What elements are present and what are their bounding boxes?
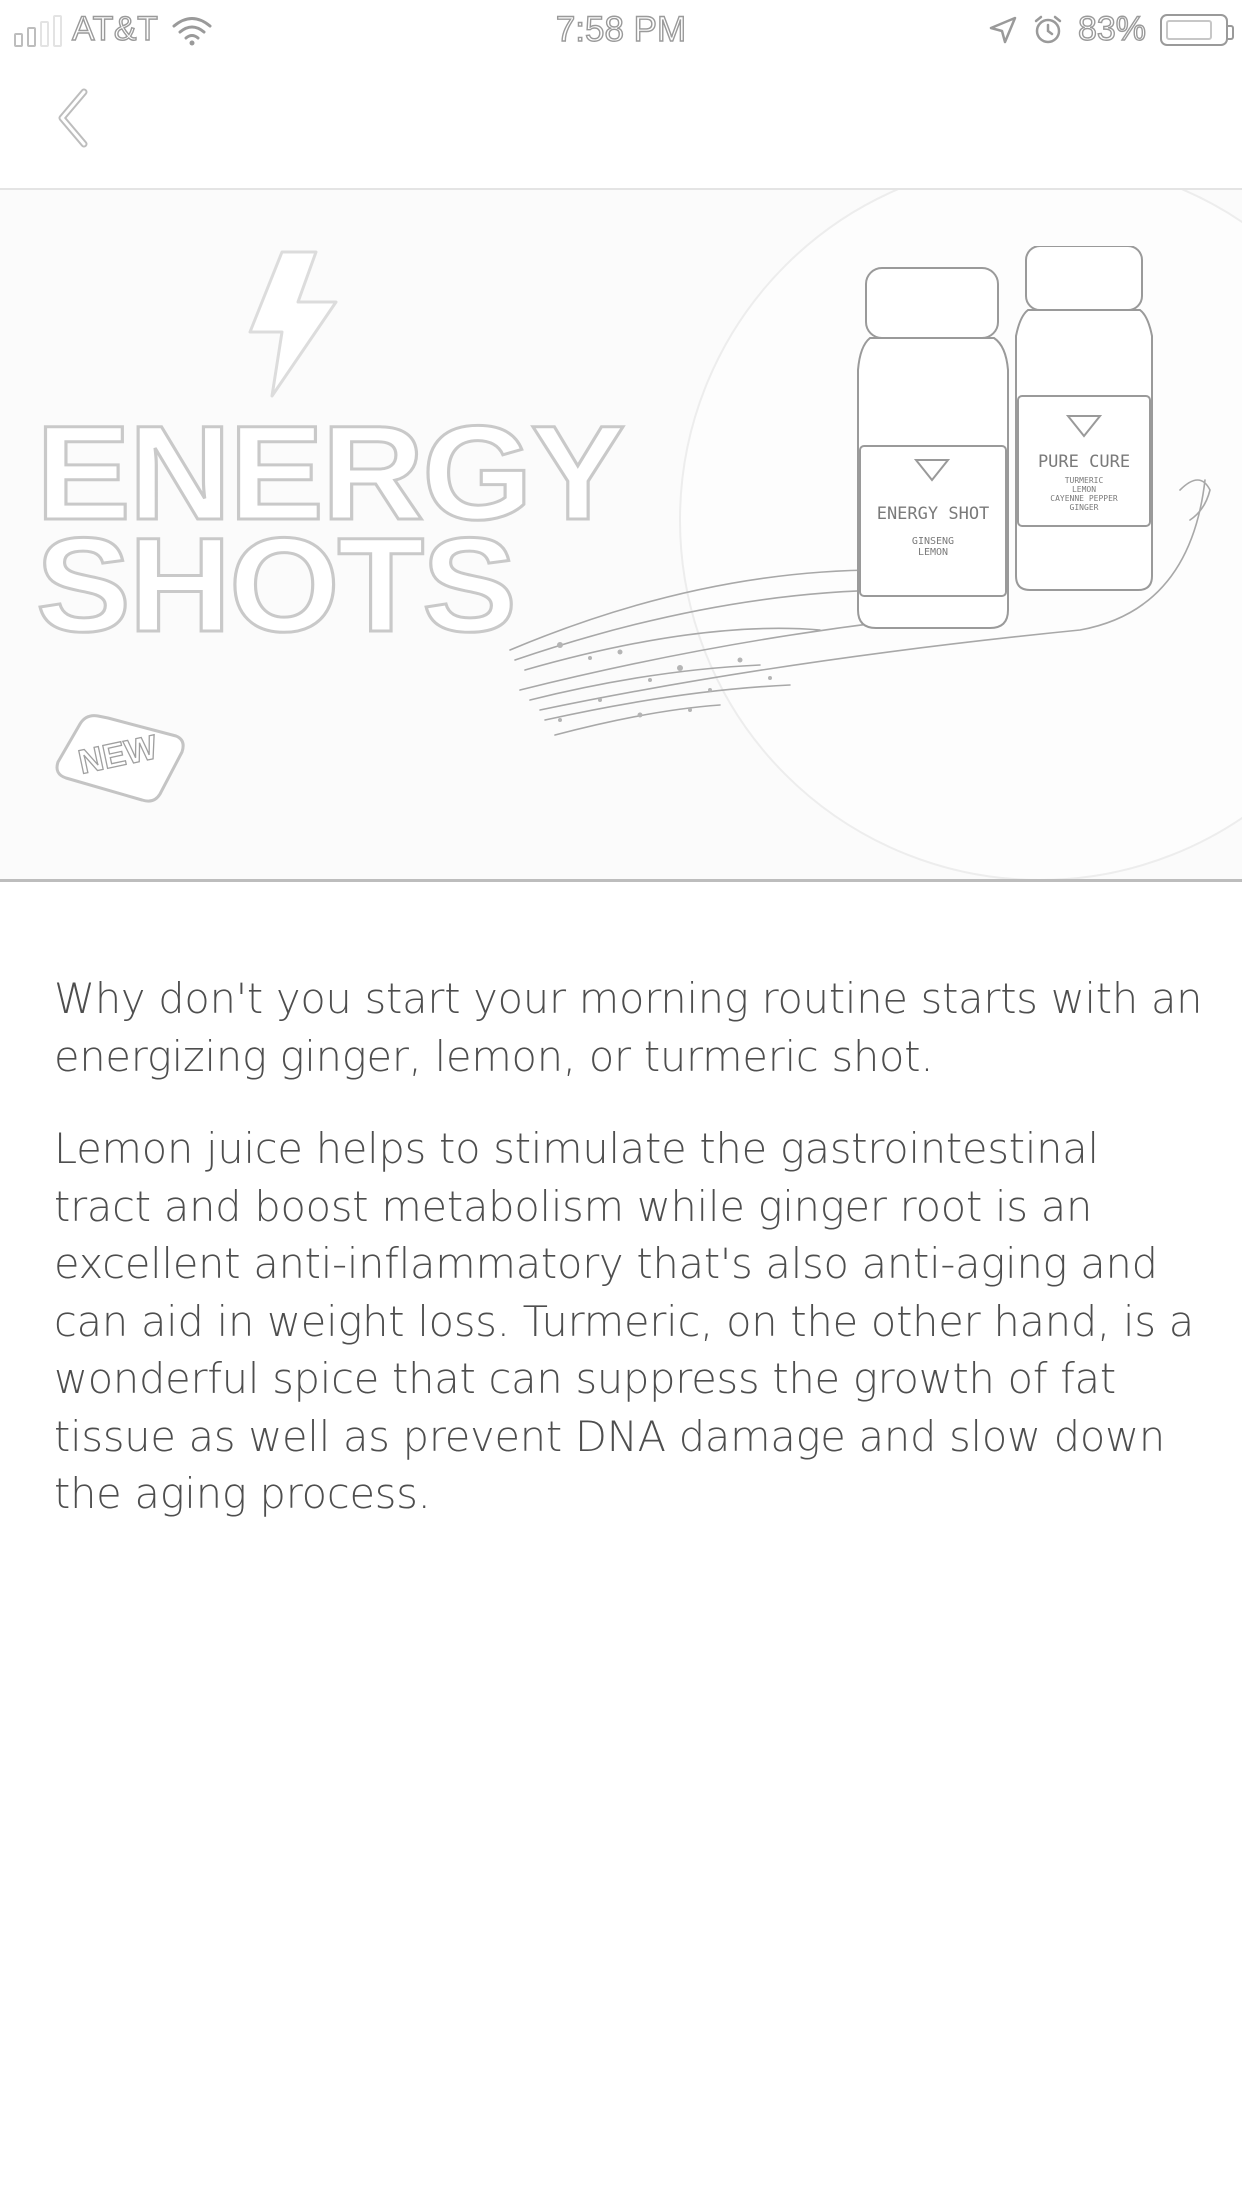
- paragraph-benefits: Lemon juice helps to stimulate the gastr…: [54, 1124, 1194, 1518]
- new-badge: NEW: [48, 710, 188, 806]
- lightning-bolt-icon: [248, 250, 338, 398]
- bottle-energy-shot: [857, 267, 1009, 629]
- back-button[interactable]: [40, 84, 120, 164]
- battery-level: [1166, 19, 1212, 40]
- alarm-icon: [1034, 15, 1062, 43]
- chevron-left-icon: [58, 88, 88, 148]
- nav-bar: [0, 62, 1242, 190]
- hero-banner: ENERGY SHOTS NEW PURE CURE TURMERIC LEMO…: [0, 190, 1242, 882]
- bottle-right-ingredient-1: TURMERIC: [1064, 476, 1104, 485]
- bottle-right-ingredient-3: CAYENNE PEPPER: [1050, 494, 1118, 503]
- location-icon: [989, 16, 1017, 43]
- paragraph-intro: Why don't you start your morning routine…: [54, 974, 1203, 1081]
- status-bar: AT&T 7:58 PM 83%: [0, 0, 1242, 62]
- bottle-right-ingredient-4: GINGER: [1069, 503, 1099, 512]
- bottle-left-ingredient-2: LEMON: [917, 547, 949, 558]
- bottle-left-label: ENERGY SHOT GINSENG LEMON: [860, 504, 1006, 558]
- hero-title: ENERGY SHOTS: [34, 405, 626, 654]
- bottle-left-name: ENERGY SHOT: [876, 504, 990, 524]
- bottle-right-name: PURE CURE: [1037, 452, 1131, 472]
- battery-percent: 83%: [1077, 9, 1146, 48]
- status-right: 83%: [988, 9, 1234, 49]
- battery-icon: [1160, 13, 1234, 46]
- bottle-right-ingredient-2: LEMON: [1071, 485, 1097, 494]
- bottle-pure-cure: [1015, 246, 1153, 591]
- bottle-right-label: PURE CURE TURMERIC LEMON CAYENNE PEPPER …: [1018, 452, 1150, 512]
- bottle-left-ingredient-1: GINSENG: [911, 536, 955, 547]
- article-content: Why don't you start your morning routine…: [54, 970, 1204, 1523]
